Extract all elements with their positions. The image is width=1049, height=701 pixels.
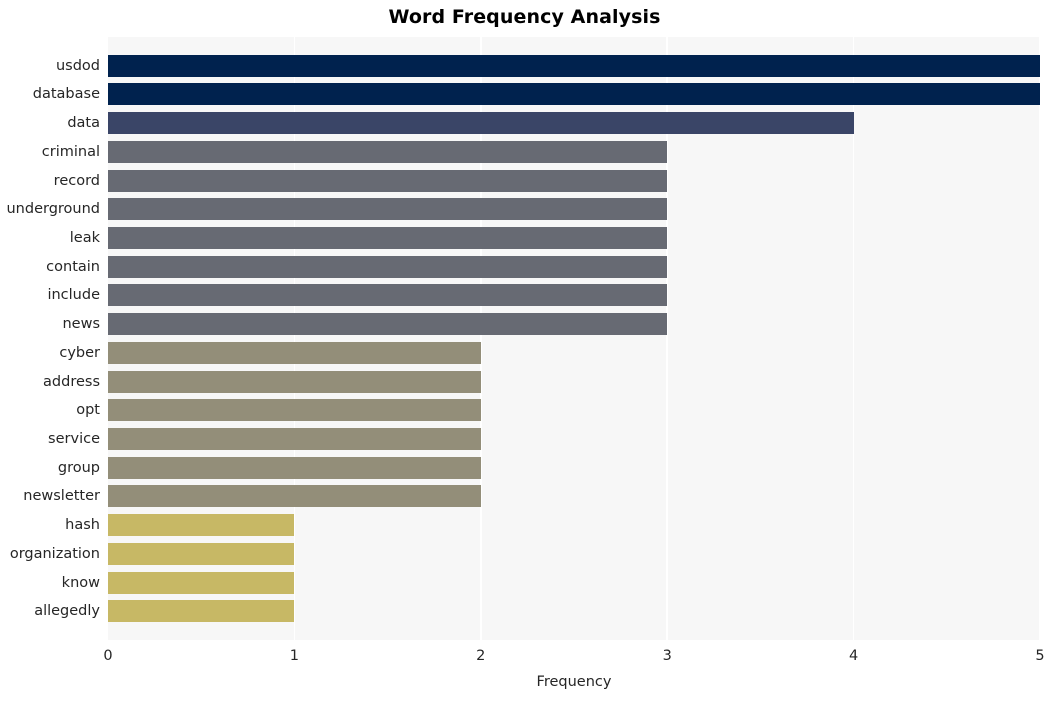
bar — [108, 313, 668, 336]
bar — [108, 255, 668, 278]
y-axis-tick-label: address — [43, 373, 100, 390]
y-axis-tick-label: group — [57, 459, 100, 476]
x-axis-tick-label: 0 — [103, 648, 113, 664]
x-axis-tick-label: 3 — [662, 648, 672, 664]
y-axis-tick-label: leak — [69, 230, 100, 246]
y-axis-tick-label: usdod — [55, 57, 100, 74]
bar — [108, 284, 668, 307]
x-axis-tick-labels: 0 1 2 3 4 5 — [0, 648, 1049, 670]
y-axis-tick-label: allegedly — [34, 603, 100, 620]
bar — [108, 83, 1040, 106]
chart-figure: Word Frequency Analysis usdod database dat… — [0, 0, 1049, 701]
page-title: Word Frequency Analysis — [388, 6, 661, 28]
bar — [108, 600, 295, 623]
bar — [108, 542, 295, 565]
bar — [108, 112, 854, 135]
bar — [108, 399, 481, 422]
x-axis-title: Frequency — [536, 674, 612, 690]
y-axis-tick-label: organization — [9, 545, 100, 562]
bar-series — [108, 37, 1040, 640]
y-axis-tick-label: underground — [6, 201, 100, 218]
y-axis-tick-label: database — [32, 86, 100, 103]
bar — [108, 341, 481, 364]
y-axis-tick-label: opt — [76, 402, 100, 419]
bar — [108, 198, 668, 221]
y-axis-tick-labels: usdod database data criminal record undergrou… — [0, 37, 100, 640]
y-axis-tick-label: hash — [65, 517, 100, 534]
bar — [108, 169, 668, 192]
x-axis-tick-label: 2 — [476, 648, 486, 664]
y-axis-tick-label: news — [62, 316, 100, 333]
bar — [108, 227, 668, 249]
x-axis-tick-label: 5 — [1035, 648, 1045, 664]
x-axis-tick-label: 1 — [289, 648, 299, 664]
y-axis-tick-label: cyber — [59, 344, 100, 361]
bar — [108, 514, 295, 537]
y-axis-tick-label: include — [47, 287, 100, 304]
y-axis-tick-label: know — [61, 574, 100, 591]
plot-area — [108, 37, 1041, 640]
x-axis-tick-label: 4 — [848, 648, 859, 664]
y-axis-tick-label: contain — [46, 258, 100, 275]
y-axis-tick-label: newsletter — [23, 488, 100, 505]
y-axis-tick-label: service — [48, 431, 100, 447]
bar — [108, 571, 295, 594]
y-axis-tick-label: criminal — [41, 143, 100, 160]
bar — [108, 370, 481, 393]
y-axis-tick-label: record — [53, 172, 100, 189]
bar — [108, 456, 481, 479]
bar — [108, 54, 1040, 77]
bar — [108, 428, 481, 450]
y-axis-tick-label: data — [67, 115, 100, 132]
bar — [108, 140, 668, 163]
bar — [108, 485, 481, 508]
